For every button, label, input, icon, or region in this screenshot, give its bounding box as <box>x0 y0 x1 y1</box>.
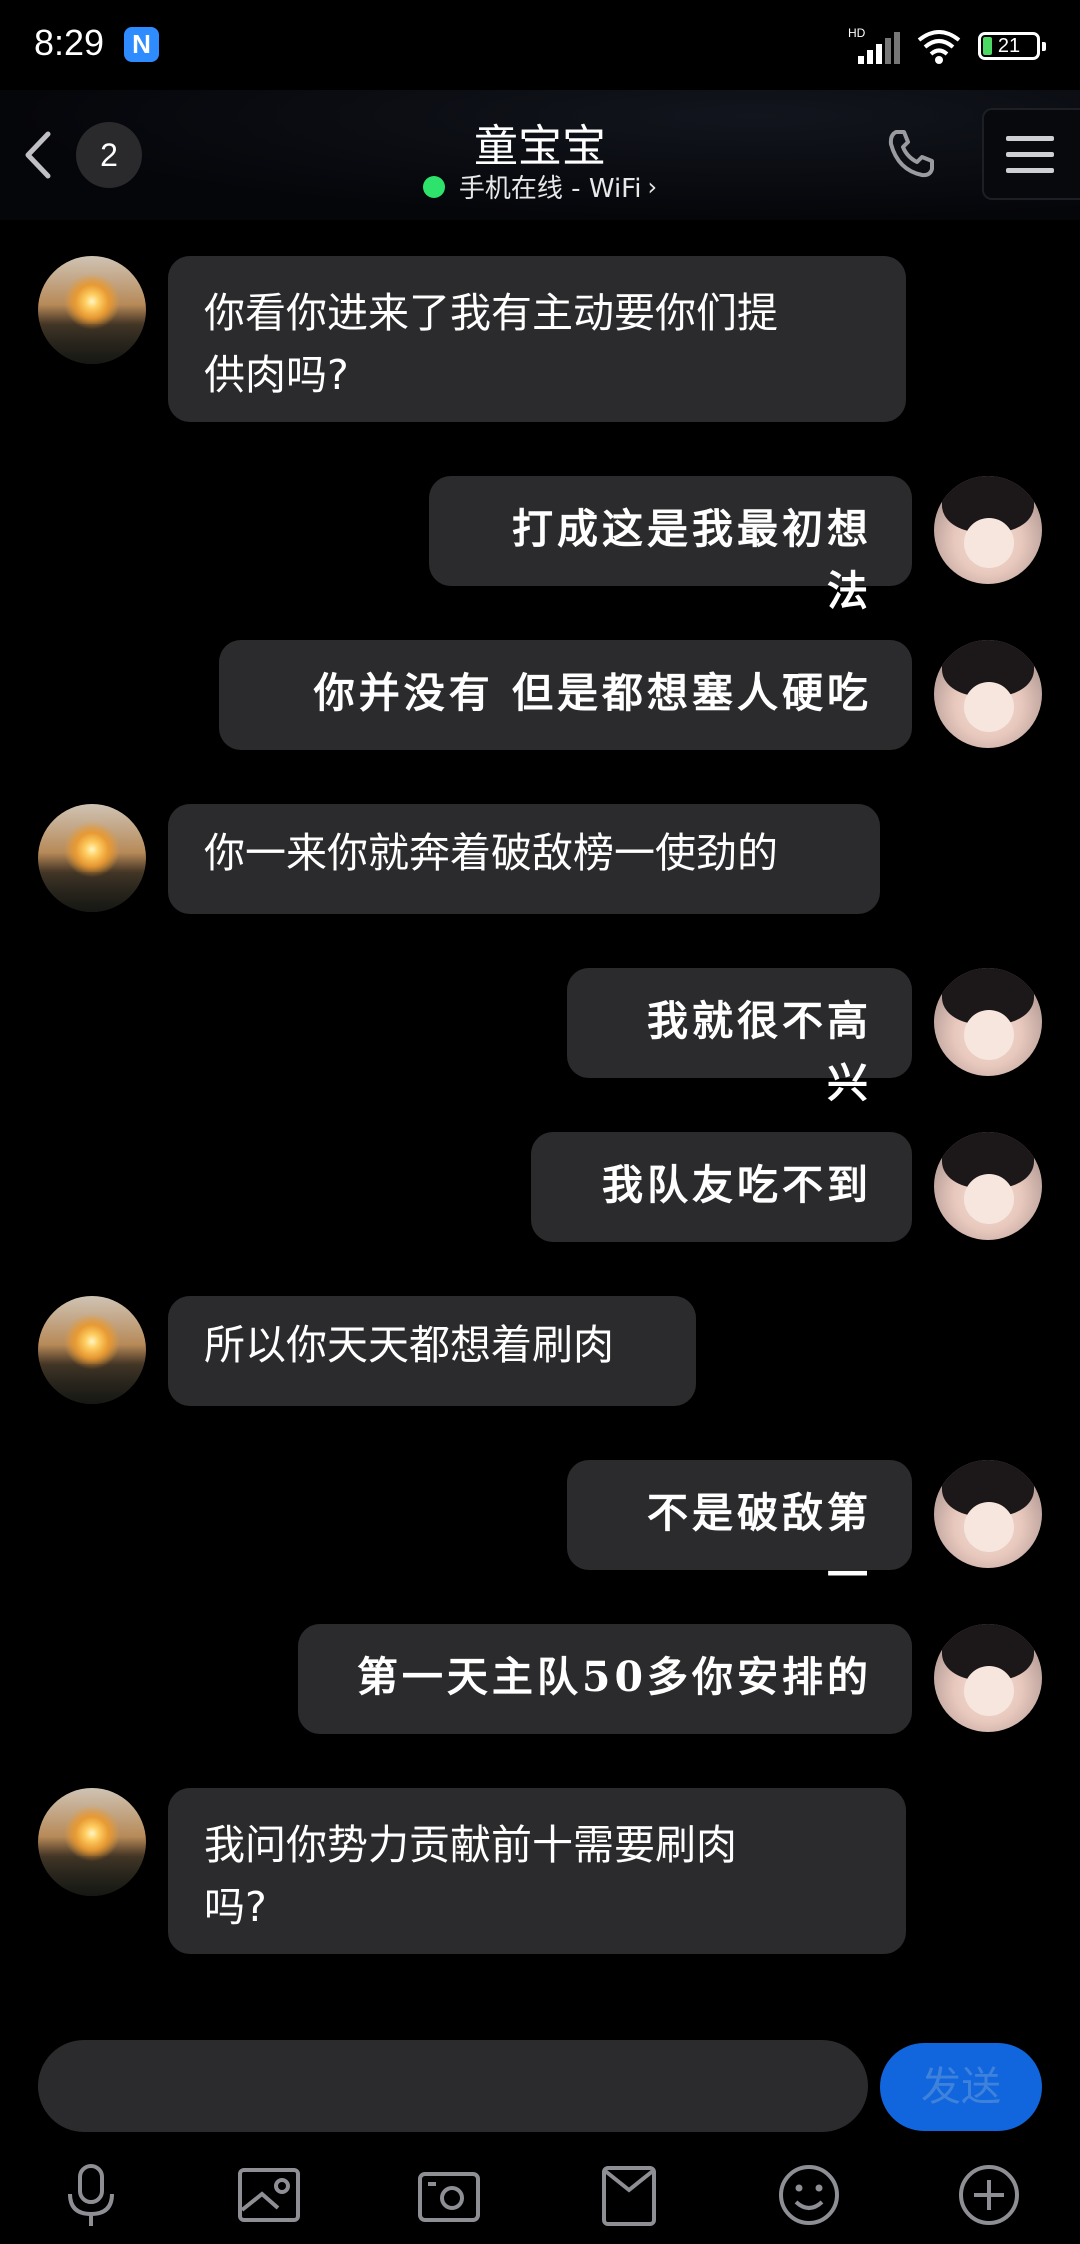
message-bubble[interactable]: 我问你势力贡献前十需要刷肉 吗? <box>168 1788 906 1954</box>
message-bubble[interactable]: 我就很不高兴 <box>567 968 912 1107</box>
message-bubble[interactable]: 我队友吃不到 <box>531 1132 912 1242</box>
contact-avatar[interactable] <box>38 804 146 912</box>
battery-icon: 21 <box>978 32 1046 60</box>
menu-icon[interactable] <box>982 108 1080 200</box>
user-avatar[interactable] <box>934 1460 1042 1568</box>
status-text: 手机在线 - WiFi <box>458 174 642 204</box>
network-type-label: HD <box>848 26 866 40</box>
photo-icon[interactable] <box>234 2160 304 2230</box>
wifi-icon <box>917 30 961 64</box>
message-bubble[interactable]: 你并没有 但是都想塞人硬吃 <box>219 640 912 750</box>
microphone-icon[interactable] <box>56 2160 126 2230</box>
contact-avatar[interactable] <box>38 256 146 364</box>
status-bar: 8:29 N HD 21 <box>0 0 1080 90</box>
chevron-right-icon: › <box>647 172 658 201</box>
user-avatar[interactable] <box>934 640 1042 748</box>
contact-avatar[interactable] <box>38 1788 146 1896</box>
camera-icon[interactable] <box>414 2160 484 2230</box>
clock: 8:29 <box>34 22 105 63</box>
message-bubble[interactable]: 所以你天天都想着刷肉 <box>168 1296 696 1406</box>
message-bubble[interactable]: 不是破敌第一 <box>567 1460 912 1599</box>
message-bubble[interactable]: 你一来你就奔着破敌榜一使劲的 <box>168 804 880 914</box>
emoji-icon[interactable] <box>774 2160 844 2230</box>
phone-call-icon[interactable] <box>884 126 940 182</box>
file-icon[interactable] <box>594 2160 664 2230</box>
app-notification-icon: N <box>124 27 159 62</box>
online-dot-icon <box>422 175 445 198</box>
message-bubble[interactable]: 打成这是我最初想法 <box>429 476 912 615</box>
chat-header: 2 童宝宝 手机在线 - WiFi › <box>0 90 1080 220</box>
user-avatar[interactable] <box>934 476 1042 584</box>
send-button[interactable]: 发送 <box>880 2043 1042 2131</box>
user-avatar[interactable] <box>934 1624 1042 1732</box>
plus-icon[interactable] <box>954 2160 1024 2230</box>
user-avatar[interactable] <box>934 968 1042 1076</box>
cellular-signal-icon: HD <box>848 26 900 64</box>
contact-avatar[interactable] <box>38 1296 146 1404</box>
message-bubble[interactable]: 你看你进来了我有主动要你们提 供肉吗? <box>168 256 906 422</box>
battery-level: 21 <box>997 35 1021 57</box>
system-icons: HD 21 <box>848 24 1046 68</box>
user-avatar[interactable] <box>934 1132 1042 1240</box>
input-toolbar <box>0 2150 1080 2244</box>
message-input[interactable] <box>38 2040 868 2132</box>
message-bubble[interactable]: 第一天主队50多你安排的 <box>298 1624 912 1734</box>
